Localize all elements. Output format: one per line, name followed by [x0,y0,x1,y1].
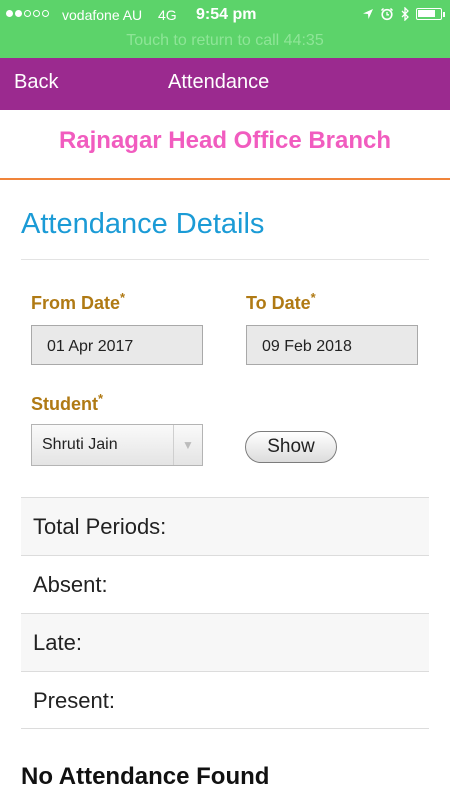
branch-header: Rajnagar Head Office Branch [0,110,450,180]
student-select-value: Shruti Jain [42,436,118,453]
stat-absent: Absent: [21,555,429,613]
stat-total-periods: Total Periods: [21,497,429,555]
from-date-label: From Date* [31,290,126,313]
chevron-down-icon: ▼ [173,425,202,465]
show-button[interactable]: Show [245,431,337,463]
bluetooth-icon [401,7,409,21]
required-marker: * [98,391,104,406]
section-divider [21,259,429,260]
required-marker: * [310,290,316,305]
signal-strength-icon [6,10,49,17]
attendance-stats: Total Periods: Absent: Late: Present: [21,497,429,729]
location-arrow-icon [363,9,373,19]
stat-late: Late: [21,613,429,671]
student-select[interactable]: Shruti Jain ▼ [31,424,203,466]
network-type: 4G [158,7,177,23]
battery-icon [416,8,445,20]
section-title: Attendance Details [21,208,265,240]
status-time: 9:54 pm [196,6,257,23]
call-banner[interactable]: Touch to return to call 44:35 [0,32,450,50]
status-bar: vodafone AU 4G 9:54 pm Touch to return t… [0,0,450,58]
nav-title: Attendance [168,71,270,93]
branch-name: Rajnagar Head Office Branch [58,127,392,154]
nav-bar: Back Attendance [0,58,450,110]
alarm-clock-icon [380,7,394,21]
back-button[interactable]: Back [14,71,58,94]
no-attendance-message: No Attendance Found [21,763,270,790]
to-date-field[interactable]: 09 Feb 2018 [246,325,418,365]
to-date-label: To Date* [246,290,316,313]
required-marker: * [120,290,126,305]
from-date-field[interactable]: 01 Apr 2017 [31,325,203,365]
carrier-name: vodafone AU [62,7,143,23]
student-label: Student* [31,391,104,414]
stat-present: Present: [21,671,429,729]
